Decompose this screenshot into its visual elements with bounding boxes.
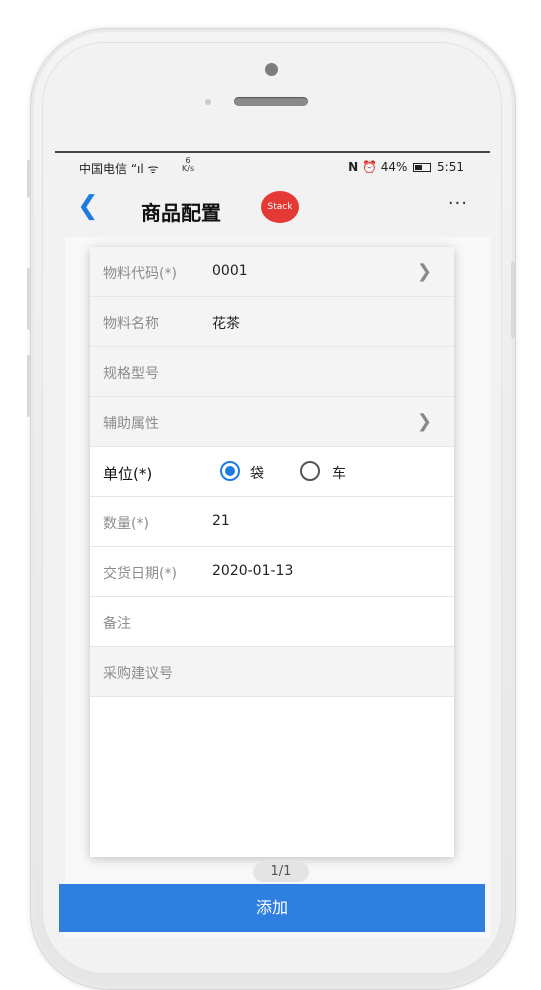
chevron-right-icon: ❯: [416, 261, 432, 282]
more-horizontal-icon[interactable]: ···: [448, 193, 468, 214]
nfc-icon: N: [348, 160, 359, 174]
row-aux-attr[interactable]: 辅助属性 ❯: [90, 397, 454, 447]
row-quantity[interactable]: 数量(*) 21: [90, 497, 454, 547]
earpiece-speaker: [234, 97, 308, 106]
clock: 5:51: [437, 160, 464, 174]
alarm-icon: ⏰: [361, 160, 377, 174]
form-card: 物料代码(*) 0001 ❯ 物料名称 花茶 规格型号 辅助属性 ❯ 单位(*)…: [90, 247, 454, 857]
add-button[interactable]: 添加: [59, 884, 485, 932]
material-name-value: 花茶: [212, 316, 240, 332]
spec-model-label: 规格型号: [103, 366, 159, 382]
aux-attr-label: 辅助属性: [103, 416, 159, 432]
row-material-code[interactable]: 物料代码(*) 0001 ❯: [90, 247, 454, 297]
power-button: [511, 262, 515, 338]
quantity-input[interactable]: 21: [212, 513, 230, 529]
row-unit: 单位(*) 袋 车: [90, 447, 454, 497]
front-camera: [265, 63, 278, 76]
material-code-label: 物料代码(*): [103, 266, 177, 282]
row-delivery-date[interactable]: 交货日期(*) 2020-01-13: [90, 547, 454, 597]
page-title: 商品配置: [141, 201, 221, 225]
row-purchase-suggestion: 采购建议号: [90, 647, 454, 697]
signal-icon: “ıl: [130, 162, 144, 176]
mute-switch: [27, 160, 31, 198]
unit-option-bag: 袋: [250, 466, 264, 482]
unit-label: 单位(*): [103, 465, 153, 483]
nav-bar: ❮ 商品配置 Stack ···: [55, 181, 490, 237]
quantity-label: 数量(*): [103, 516, 149, 532]
row-spec-model: 规格型号: [90, 347, 454, 397]
unit-radio-cart[interactable]: [300, 461, 320, 481]
purchase-suggestion-label: 采购建议号: [103, 666, 173, 682]
stack-badge[interactable]: Stack: [261, 191, 299, 223]
material-name-label: 物料名称: [103, 316, 159, 332]
remark-label: 备注: [103, 616, 131, 632]
battery-percent: 44%: [380, 160, 408, 174]
material-code-value: 0001: [212, 263, 248, 279]
wifi-icon: ᯤ: [147, 162, 159, 176]
delivery-date-label: 交货日期(*): [103, 566, 177, 582]
delivery-date-value[interactable]: 2020-01-13: [212, 563, 293, 579]
net-speed: 6 K/s: [182, 157, 194, 173]
battery-icon: [413, 163, 432, 172]
row-remark[interactable]: 备注: [90, 597, 454, 647]
unit-radio-bag[interactable]: [220, 461, 240, 481]
chevron-left-icon[interactable]: ❮: [77, 193, 99, 219]
status-left: 中国电信 “ıl ᯤ: [79, 160, 159, 177]
net-speed-unit: K/s: [182, 164, 195, 173]
status-right: N ⏰ 44% 5:51: [348, 160, 464, 174]
page-indicator: 1/1: [253, 862, 309, 882]
volume-down-button: [27, 355, 31, 417]
row-material-name: 物料名称 花茶: [90, 297, 454, 347]
volume-up-button: [27, 268, 31, 330]
proximity-sensor: [205, 99, 211, 105]
unit-option-cart: 车: [332, 466, 346, 482]
chevron-right-icon: ❯: [416, 411, 432, 432]
carrier: 中国电信: [79, 162, 128, 176]
status-bar: 中国电信 “ıl ᯤ 6 K/s N ⏰ 44% 5:51: [55, 153, 490, 181]
screen: 中国电信 “ıl ᯤ 6 K/s N ⏰ 44% 5:51 ❮ 商品配置 Sta…: [55, 151, 490, 938]
content-area: 物料代码(*) 0001 ❯ 物料名称 花茶 规格型号 辅助属性 ❯ 单位(*)…: [65, 237, 490, 938]
